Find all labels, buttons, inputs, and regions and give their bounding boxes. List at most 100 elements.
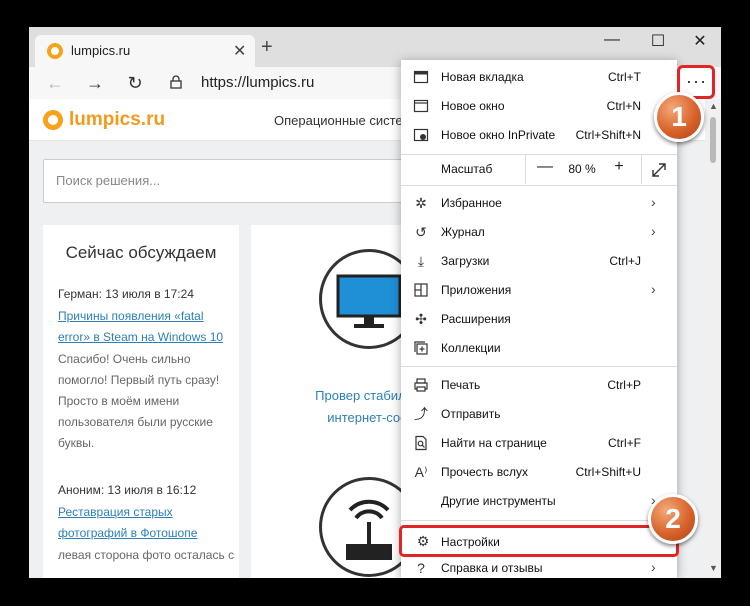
browser-menu: Новая вкладка Ctrl+T Новое окно Ctrl+N Н… <box>401 60 677 578</box>
menu-item-apps[interactable]: Приложения › <box>401 276 677 305</box>
menu-item-shortcut: Ctrl+Shift+N <box>575 128 641 142</box>
help-icon: ? <box>417 560 425 576</box>
refresh-icon[interactable]: ↻ <box>123 71 147 95</box>
close-window-button[interactable]: ✕ <box>685 31 715 51</box>
close-tab-icon[interactable]: ✕ <box>233 41 246 61</box>
menu-item-find[interactable]: Найти на странице Ctrl+F <box>401 429 677 458</box>
site-logo-icon[interactable] <box>43 110 63 130</box>
history-icon: ↺ <box>415 224 427 240</box>
discussion-title: Сейчас обсуждаем <box>65 243 217 262</box>
zoom-value: 80 % <box>568 162 596 176</box>
collections-icon <box>414 341 428 355</box>
menu-item-label: Прочесть вслух <box>441 465 528 479</box>
zoom-divider <box>641 155 642 184</box>
zoom-out-button[interactable]: — <box>533 158 557 182</box>
back-arrow-icon[interactable]: ← <box>43 71 67 95</box>
share-icon: ⤴ <box>414 406 428 422</box>
menu-item-shortcut: Ctrl+J <box>609 254 641 268</box>
zoom-label: Масштаб <box>441 162 493 176</box>
menu-item-label: Справка и отзывы <box>441 561 543 575</box>
tab-title: lumpics.ru <box>71 43 131 58</box>
apps-icon <box>414 283 428 297</box>
chevron-right-icon: › <box>651 223 656 239</box>
menu-item-help[interactable]: ? Справка и отзывы › <box>401 554 677 578</box>
comment-link[interactable]: Причины появления «fatal error» в Steam … <box>58 306 238 348</box>
scroll-up-icon[interactable]: ▲ <box>709 101 718 111</box>
print-icon <box>414 378 428 392</box>
menu-item-more-tools[interactable]: Другие инструменты › <box>401 487 677 516</box>
menu-item-label: Расширения <box>441 312 511 326</box>
menu-separator <box>401 366 677 367</box>
menu-item-label: Коллекции <box>441 341 501 355</box>
discussion-card: Сейчас обсуждаем Герман: 13 июля в 17:24… <box>43 225 239 578</box>
zoom-in-button[interactable]: + <box>607 158 631 182</box>
extensions-icon: ✣ <box>415 311 427 327</box>
gear-icon: ⚙ <box>416 533 430 549</box>
fullscreen-icon[interactable] <box>649 160 669 180</box>
site-logo[interactable]: lumpics.ru <box>69 109 165 131</box>
scroll-thumb[interactable] <box>710 117 716 163</box>
comment-meta: Герман: 13 июля в 17:24 <box>58 287 194 301</box>
menu-item-label: Найти на странице <box>441 436 547 450</box>
menu-item-extensions[interactable]: ✣ Расширения <box>401 305 677 334</box>
menu-item-label: Печать <box>441 378 481 392</box>
new-window-icon <box>413 99 429 113</box>
favicon-icon <box>47 43 63 59</box>
lock-icon <box>170 75 182 89</box>
step-badge-2: 2 <box>648 494 698 544</box>
chevron-right-icon: › <box>651 559 656 575</box>
menu-item-label: Новое окно <box>441 99 505 113</box>
menu-item-shortcut: Ctrl+T <box>608 70 641 84</box>
page-scrollbar[interactable]: ▲ ▼ <box>705 99 721 578</box>
new-tab-icon[interactable]: + <box>261 37 273 57</box>
menu-item-label: Загрузки <box>441 254 490 268</box>
menu-item-settings[interactable]: ⚙ Настройки <box>399 525 679 557</box>
download-icon: ⤓ <box>417 253 425 269</box>
new-tab-icon <box>413 70 429 84</box>
scroll-down-icon[interactable]: ▼ <box>709 563 718 573</box>
site-nav-item[interactable]: Операционные систем <box>274 113 412 128</box>
chevron-right-icon: › <box>651 281 656 297</box>
menu-item-zoom: Масштаб — 80 % + <box>401 155 677 184</box>
comment-text: Спасибо! Очень сильно помогло! Первый пу… <box>58 352 220 450</box>
menu-item-print[interactable]: Печать Ctrl+P <box>401 371 677 400</box>
menu-item-new-tab[interactable]: Новая вкладка Ctrl+T <box>401 63 677 92</box>
more-dots-icon: ··· <box>686 71 707 91</box>
menu-item-label: Приложения <box>441 283 512 297</box>
star-list-icon: ✲ <box>415 195 427 211</box>
chevron-right-icon: › <box>651 194 656 210</box>
address-bar[interactable]: https://lumpics.ru <box>201 74 314 91</box>
menu-item-share[interactable]: ⤴ Отправить <box>401 400 677 429</box>
menu-item-label: Новое окно InPrivate <box>441 128 556 142</box>
step-badge-1: 1 <box>654 92 704 142</box>
menu-item-shortcut: Ctrl+Shift+U <box>575 465 641 479</box>
forward-arrow-icon[interactable]: → <box>83 71 107 95</box>
comment-link[interactable]: Реставрация старых фотографий в Фотошопе <box>58 502 238 544</box>
read-aloud-icon: A⁾ <box>414 464 428 480</box>
menu-item-label: Новая вкладка <box>441 70 524 84</box>
menu-item-favorites[interactable]: ✲ Избранное › <box>401 189 677 218</box>
maximize-button[interactable]: ☐ <box>643 31 673 51</box>
comment-text: левая сторона фото осталась с <box>58 548 235 562</box>
menu-item-label: Отправить <box>441 407 501 421</box>
menu-item-shortcut: Ctrl+F <box>608 436 641 450</box>
menu-item-new-window[interactable]: Новое окно Ctrl+N <box>401 92 677 121</box>
menu-item-label: Журнал <box>441 225 485 239</box>
menu-item-inprivate[interactable]: Новое окно InPrivate Ctrl+Shift+N <box>401 121 677 150</box>
zoom-divider <box>525 155 526 184</box>
inprivate-icon <box>413 128 429 142</box>
menu-item-shortcut: Ctrl+P <box>607 378 641 392</box>
menu-item-label: Избранное <box>441 196 502 210</box>
menu-item-label: Другие инструменты <box>441 494 556 508</box>
menu-item-downloads[interactable]: ⤓ Загрузки Ctrl+J <box>401 247 677 276</box>
menu-item-shortcut: Ctrl+N <box>606 99 641 113</box>
menu-item-read-aloud[interactable]: A⁾ Прочесть вслух Ctrl+Shift+U <box>401 458 677 487</box>
minimize-button[interactable]: — <box>597 31 627 49</box>
menu-item-history[interactable]: ↺ Журнал › <box>401 218 677 247</box>
menu-separator <box>401 185 677 186</box>
browser-tab[interactable]: lumpics.ru ✕ <box>35 35 255 67</box>
search-input[interactable] <box>56 173 356 188</box>
comment-meta: Аноним: 13 июля в 16:12 <box>58 483 197 497</box>
menu-item-collections[interactable]: Коллекции <box>401 334 677 363</box>
menu-separator <box>401 520 677 521</box>
